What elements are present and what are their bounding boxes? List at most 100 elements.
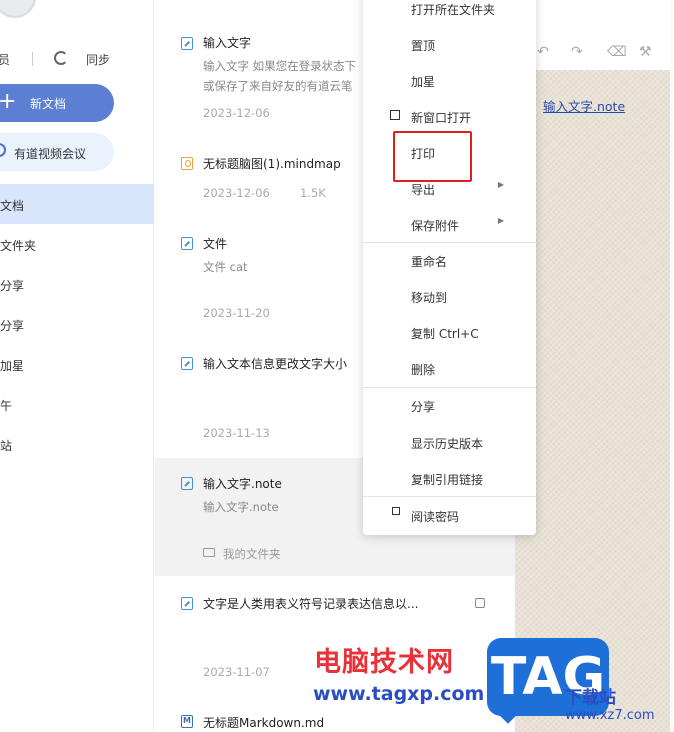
menu-item-label: 删除 [411,363,436,377]
mindmap-icon [181,157,193,170]
menu-item-label: 阅读密码 [411,510,460,524]
menu-item-copy-link[interactable]: 复制引用链接 [363,460,536,496]
video-meeting-button[interactable]: 有道视频会议 [0,133,114,171]
menu-item-history[interactable]: 显示历史版本 [363,424,536,460]
menu-item-label: 导出 [411,183,436,197]
menu-item-copy[interactable]: 复制 Ctrl+C [363,314,536,350]
sidebar-item-label: 文档 [0,199,25,213]
menu-item-label: 移动到 [411,291,448,305]
list-item-size: 1.5K [300,186,326,200]
sync-icon[interactable] [54,51,68,65]
undo-icon[interactable]: ↶ [537,44,549,60]
sidebar-item-starred[interactable]: 加星 [0,344,154,384]
sidebar-item-trash[interactable]: 站 [0,424,154,464]
list-item-title: 无标题Markdown.md [203,716,325,730]
menu-item-label: 重命名 [411,255,448,269]
menu-item-rename[interactable]: 重命名 [363,242,536,278]
document-icon [181,237,193,250]
menu-item-star[interactable]: 加星 [363,62,536,98]
document-icon [181,597,193,610]
list-item-title: 输入文本信息更改文字大小 [203,357,348,371]
document-icon [181,37,193,50]
list-item-title: 输入文字 [203,36,252,50]
list-item-summary: 或保存了来自好友的有道云笔 [203,79,353,93]
menu-item-move-to[interactable]: 移动到 [363,278,536,314]
video-meeting-label: 有道视频会议 [14,147,87,161]
sidebar-item-label: 文件夹 [0,239,37,253]
editor-pane: ↶ ↷ ⌫ ⚒ 输入文字.note [515,0,674,732]
lock-icon [392,507,400,515]
sidebar-item-tags[interactable]: 午 [0,384,154,424]
chevron-right-icon: ▶ [497,216,504,225]
editor-toolbar: ↶ ↷ ⌫ ⚒ [515,38,674,66]
document-icon [181,357,193,370]
menu-item-label: 分享 [411,400,436,414]
scrollbar-track[interactable] [670,0,674,732]
menu-item-label: 复制 Ctrl+C [411,327,479,341]
new-document-label: 新文档 [30,97,67,111]
sidebar: 员 同步 + 新文档 有道视频会议 文档 文件夹 分享 分享 加星 午 站 [0,0,154,732]
format-painter-icon[interactable]: ⚒ [639,44,652,60]
sidebar-topbar: 员 同步 [0,50,154,70]
list-item-title: 文件 [203,237,228,251]
sidebar-item-label: 加星 [0,359,25,373]
avatar[interactable] [0,0,36,18]
menu-item-label: 显示历史版本 [411,437,484,451]
menu-item-save-attachment[interactable]: 保存附件 ▶ [363,206,536,242]
divider [32,52,33,66]
watermark-site-url: www.tagxp.com [313,683,485,705]
sidebar-item-my-shares[interactable]: 分享 [0,264,154,304]
list-item-title: 文字是人类用表义符号记录表达信息以... [203,597,419,611]
context-menu: 打开所在文件夹 置顶 加星 新窗口打开 打印 导出 ▶ 保存附件 ▶ 重命名 移… [363,0,536,535]
video-meeting-icon [0,143,6,157]
redo-icon[interactable]: ↷ [571,44,583,60]
document-icon [181,477,193,490]
eraser-icon[interactable]: ⌫ [607,44,627,60]
list-item-folder: 我的文件夹 [223,547,281,561]
menu-item-label: 保存附件 [411,219,460,233]
chevron-right-icon: ▶ [497,180,504,189]
watermark-site-name: 电脑技术网 [314,647,454,678]
menu-item-read-password[interactable]: 阅读密码 [363,497,536,533]
attachment-link[interactable]: 输入文字.note [543,96,625,115]
list-item-date: 2023-12-06 [203,106,270,120]
menu-item-open-folder[interactable]: 打开所在文件夹 [363,0,536,26]
list-item-summary: 文件 cat [203,260,248,274]
member-label[interactable]: 员 [0,51,10,68]
new-document-button[interactable]: + 新文档 [0,84,114,122]
menu-item-label: 新窗口打开 [411,111,472,125]
sidebar-item-latest-docs[interactable]: 文档 [0,184,154,224]
sidebar-item-shared-with-me[interactable]: 分享 [0,304,154,344]
list-item-title: 无标题脑图(1).mindmap [203,157,341,171]
editor-canvas[interactable]: 输入文字.note [515,70,674,732]
watermark-download-url: www.xz7.com [565,708,655,723]
menu-item-share[interactable]: 分享 [363,387,536,423]
menu-item-label: 打开所在文件夹 [411,3,496,17]
sidebar-item-label: 分享 [0,319,25,333]
watermark-download-text: 下载站 [565,688,616,708]
plus-icon: + [0,89,17,114]
menu-item-label: 加星 [411,75,436,89]
list-item-date: 2023-11-20 [203,306,270,320]
sidebar-item-label: 午 [0,399,13,413]
folder-icon [203,548,215,557]
list-item-title: 输入文字.note [203,477,282,491]
lock-icon [475,598,485,608]
menu-item-label: 复制引用链接 [411,473,484,487]
highlight-box [393,131,472,182]
new-window-icon [390,110,400,120]
menu-item-delete[interactable]: 删除 [363,350,536,386]
list-item-date: 2023-12-06 [203,186,270,200]
menu-item-label: 置顶 [411,39,436,53]
list-item-summary: 输入文字 如果您在登录状态下 [203,59,357,73]
list-item-summary: 输入文字.note [203,500,279,514]
sidebar-item-label: 站 [0,439,13,453]
sidebar-item-my-folders[interactable]: 文件夹 [0,224,154,264]
menu-item-new-window[interactable]: 新窗口打开 [363,98,536,134]
list-item-date: 2023-11-07 [203,665,270,679]
markdown-icon: M [181,715,193,728]
sync-button[interactable]: 同步 [86,51,110,68]
list-item-date: 2023-11-13 [203,426,270,440]
menu-item-pin-top[interactable]: 置顶 [363,26,536,62]
sidebar-item-label: 分享 [0,279,25,293]
